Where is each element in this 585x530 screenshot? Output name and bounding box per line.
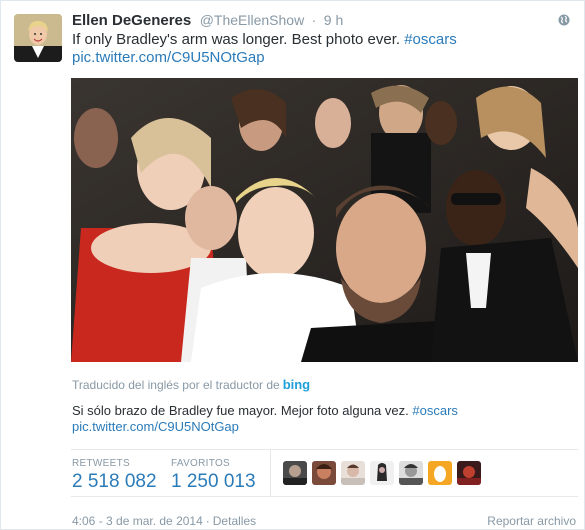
user-avatar[interactable] [370,461,394,485]
favorites-stat[interactable]: FAVORITOS 1 250 013 [171,458,256,493]
header-separator: · [311,12,317,28]
user-avatar[interactable] [341,461,365,485]
user-avatar[interactable] [312,461,336,485]
stats-divider [270,450,271,496]
translated-hashtag-link[interactable]: #oscars [412,403,458,418]
tweet-card: Ellen DeGeneres @TheEllenShow · 9 h If o… [0,0,585,530]
user-avatar[interactable] [399,461,423,485]
hashtag-link[interactable]: #oscars [404,31,457,48]
footer-separator: · [205,514,210,528]
tweet-time[interactable]: 9 h [324,12,343,28]
translation-attribution: Traducido del inglés por el traductor de… [72,377,310,392]
tweet-photo[interactable] [71,78,578,362]
tweet-text: If only Bradley's arm was longer. Best p… [72,31,564,67]
author-name[interactable]: Ellen DeGeneres [72,12,191,29]
user-avatar[interactable] [428,461,452,485]
details-link[interactable]: Detalles [213,514,256,528]
translated-pic-link[interactable]: pic.twitter.com/C9U5NOtGap [72,419,239,434]
retweets-label: RETWEETS [72,458,130,469]
bing-logo[interactable]: bing [283,377,310,392]
translated-text-main: Si sólo brazo de Bradley fue mayor. Mejo… [72,403,409,418]
translation-label: Traducido del inglés por el traductor de [72,378,280,392]
pic-link[interactable]: pic.twitter.com/C9U5NOtGap [72,49,265,66]
favorites-label: FAVORITOS [171,458,231,469]
avatar[interactable] [14,14,62,62]
translated-text: Si sólo brazo de Bradley fue mayor. Mejo… [72,402,564,419]
tweet-timestamp[interactable]: 4:06 - 3 de mar. de 2014 · Detalles [72,514,256,528]
retweets-count: 2 518 082 [72,471,157,492]
report-link[interactable]: Reportar archivo [487,514,576,528]
retweets-stat[interactable]: RETWEETS 2 518 082 [72,458,157,493]
tweet-header: Ellen DeGeneres @TheEllenShow · 9 h [72,12,564,30]
user-avatar[interactable] [457,461,481,485]
timestamp-text: 4:06 - 3 de mar. de 2014 [72,514,203,528]
tweet-text-main: If only Bradley's arm was longer. Best p… [72,31,401,48]
user-avatar[interactable] [283,461,307,485]
globe-icon[interactable] [558,14,570,26]
author-handle[interactable]: @TheEllenShow [200,12,305,28]
tweet-stats: RETWEETS 2 518 082 FAVORITOS 1 250 013 [71,449,578,497]
favorites-count: 1 250 013 [171,471,256,492]
